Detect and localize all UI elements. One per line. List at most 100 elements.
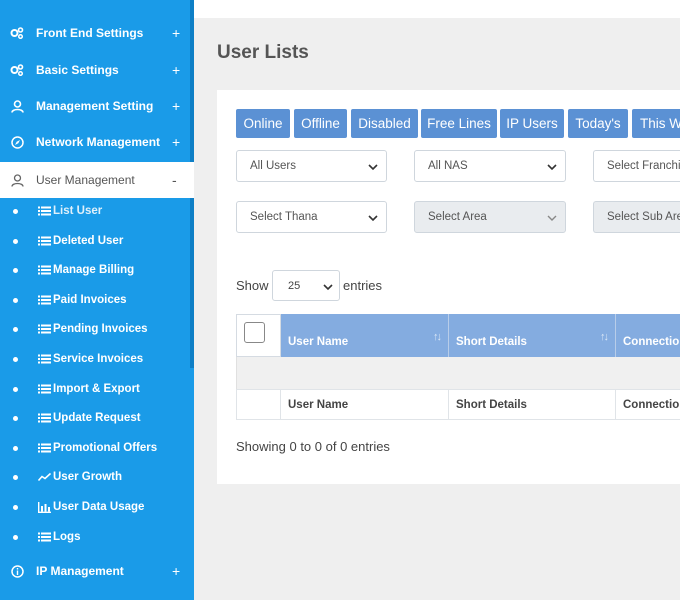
menu-front-end-settings[interactable]: Front End Settings +	[0, 15, 194, 51]
list-icon	[38, 443, 51, 453]
menu-user-management[interactable]: User Management -	[0, 162, 194, 198]
menu-management-setting[interactable]: Management Setting +	[0, 88, 194, 124]
bullet-icon	[13, 386, 18, 392]
header-label: User Name	[288, 336, 349, 348]
sub-item-label: User Growth	[53, 471, 123, 483]
thana-select-value: Select Thana	[250, 211, 318, 223]
sidebar: Front End Settings + Basic Settings + Ma…	[0, 0, 194, 600]
sub-item-update-request[interactable]: Update Request	[0, 404, 190, 432]
area-select-value: Select Area	[428, 211, 487, 223]
filter-offline-button[interactable]: Offline	[294, 109, 347, 138]
sub-item-label: List User	[53, 205, 103, 217]
sub-area-select[interactable]: Select Sub Are	[593, 201, 680, 233]
entries-value: 25	[288, 279, 301, 292]
entries-label: entries	[343, 278, 383, 293]
list-icon	[38, 206, 51, 216]
menu-label: Basic Settings	[36, 63, 119, 77]
bullet-icon	[13, 504, 18, 510]
sub-item-list-user[interactable]: List User	[0, 197, 190, 225]
sub-item-label: Logs	[53, 531, 81, 543]
nas-select[interactable]: All NAS	[414, 150, 566, 182]
list-icon	[38, 354, 51, 364]
list-icon	[38, 384, 51, 394]
sort-icon: ↑↓	[433, 331, 442, 343]
filter-online-button[interactable]: Online	[236, 109, 290, 138]
sub-item-pending-invoices[interactable]: Pending Invoices	[0, 315, 190, 343]
expand-icon[interactable]: +	[172, 563, 180, 579]
top-bar	[194, 0, 680, 18]
filter-ip-users-button[interactable]: IP Users	[500, 109, 564, 138]
sub-item-service-invoices[interactable]: Service Invoices	[0, 345, 190, 373]
sub-item-label: Pending Invoices	[53, 323, 148, 335]
info-icon	[9, 563, 25, 579]
column-header-user-name[interactable]: User Name ↑↓	[281, 314, 449, 357]
sub-item-user-growth[interactable]: User Growth	[0, 463, 190, 491]
collapse-icon[interactable]: -	[172, 172, 177, 188]
expand-icon[interactable]: +	[172, 134, 180, 150]
bullet-icon	[13, 326, 18, 332]
sub-item-label: Service Invoices	[53, 353, 144, 365]
bullet-icon	[13, 474, 18, 480]
chevron-down-icon	[368, 213, 378, 225]
sub-item-label: Paid Invoices	[53, 294, 127, 306]
menu-label: User Management	[36, 173, 135, 187]
expand-icon[interactable]: +	[172, 25, 180, 41]
sub-item-label: Import & Export	[53, 383, 140, 395]
thana-select[interactable]: Select Thana	[236, 201, 387, 233]
sub-item-user-data-usage[interactable]: User Data Usage	[0, 493, 190, 521]
user-icon	[9, 172, 25, 188]
bullet-icon	[13, 415, 18, 421]
menu-label: Management Setting	[36, 99, 154, 113]
list-icon	[38, 413, 51, 423]
bullet-icon	[13, 356, 18, 362]
sub-item-deleted-user[interactable]: Deleted User	[0, 227, 190, 255]
menu-network-management[interactable]: Network Management +	[0, 124, 194, 160]
bullet-icon	[13, 267, 18, 273]
bullet-icon	[13, 238, 18, 244]
cogs-icon	[9, 62, 25, 78]
select-all-checkbox[interactable]	[244, 322, 265, 343]
area-select[interactable]: Select Area	[414, 201, 566, 233]
user-icon	[9, 98, 25, 114]
menu-label: IP Management	[36, 564, 124, 578]
filter-free-lines-button[interactable]: Free Lines	[421, 109, 497, 138]
entries-per-page-select[interactable]: 25	[272, 270, 340, 301]
chevron-down-icon	[547, 213, 557, 225]
sub-item-label: Promotional Offers	[53, 442, 158, 454]
filter-this-week-button[interactable]: This W	[632, 109, 680, 138]
sub-item-paid-invoices[interactable]: Paid Invoices	[0, 286, 190, 314]
sub-item-manage-billing[interactable]: Manage Billing	[0, 256, 190, 284]
sub-item-label: Manage Billing	[53, 264, 135, 276]
sub-item-label: Deleted User	[53, 235, 124, 247]
sub-item-promotional-offers[interactable]: Promotional Offers	[0, 434, 190, 462]
select-all-header	[236, 314, 281, 357]
menu-basic-settings[interactable]: Basic Settings +	[0, 52, 194, 88]
bullet-icon	[13, 208, 18, 214]
column-header-short-details[interactable]: Short Details ↑↓	[449, 314, 616, 357]
line-chart-icon	[38, 472, 51, 482]
list-icon	[38, 236, 51, 246]
list-icon	[38, 532, 51, 542]
list-icon	[38, 324, 51, 334]
filter-todays-button[interactable]: Today's	[568, 109, 628, 138]
page-title: User Lists	[217, 42, 309, 63]
sub-item-logs[interactable]: Logs	[0, 523, 190, 551]
column-header-connection[interactable]: Connection	[616, 314, 680, 357]
filter-disabled-button[interactable]: Disabled	[351, 109, 418, 138]
expand-icon[interactable]: +	[172, 98, 180, 114]
table-info: Showing 0 to 0 of 0 entries	[236, 439, 390, 454]
cogs-icon	[9, 25, 25, 41]
bar-chart-icon	[38, 501, 51, 513]
sub-item-import-export[interactable]: Import & Export	[0, 375, 190, 403]
compass-icon	[9, 134, 25, 150]
franchise-select-value: Select Franchis	[607, 160, 680, 172]
sub-item-label: Update Request	[53, 412, 141, 424]
franchise-select[interactable]: Select Franchis	[593, 150, 680, 182]
footer-short-details: Short Details	[449, 389, 616, 420]
expand-icon[interactable]: +	[172, 62, 180, 78]
menu-ip-management[interactable]: IP Management +	[0, 553, 194, 589]
users-select[interactable]: All Users	[236, 150, 387, 182]
chevron-down-icon	[368, 162, 378, 174]
bullet-icon	[13, 297, 18, 303]
footer-connection: Connection	[616, 389, 680, 420]
